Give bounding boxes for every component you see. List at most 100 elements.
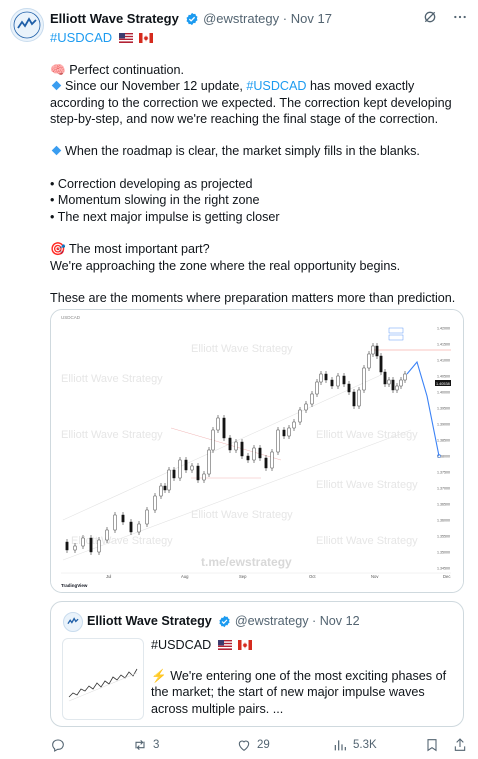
candle-body	[336, 375, 340, 387]
share-button[interactable]	[452, 737, 468, 753]
candle-body	[163, 485, 167, 491]
author-name[interactable]: Elliott Wave Strategy	[50, 11, 179, 26]
tweet-date[interactable]: Nov 17	[291, 11, 332, 26]
quoted-author-avatar[interactable]	[63, 612, 83, 632]
price-tick-label: 1.39000	[437, 422, 450, 426]
price-tick-label: 1.35500	[437, 534, 450, 538]
candle-body	[211, 429, 215, 451]
header-actions	[422, 9, 468, 28]
time-tick-label: Aug	[181, 574, 189, 579]
price-tick-label: 1.39500	[437, 406, 450, 410]
action-bar: 3 29 5.3K	[50, 737, 468, 755]
bookmark-icon	[427, 739, 437, 752]
candle-body	[184, 459, 188, 471]
candle-body	[395, 385, 399, 391]
candle-body	[121, 514, 125, 523]
views-chart-icon	[334, 740, 346, 751]
hashtag-link[interactable]: #USDCAD	[50, 30, 112, 45]
avatar-logo-icon	[12, 10, 42, 40]
candle-body	[145, 509, 149, 525]
views-button[interactable]: 5.3K	[332, 737, 377, 753]
hashtag-link-inline[interactable]: #USDCAD	[246, 79, 306, 93]
tweet-header: Elliott Wave Strategy @ewstrategy · Nov …	[50, 11, 468, 29]
share-icon	[454, 738, 466, 751]
candle-body	[362, 367, 366, 391]
candle-body	[367, 353, 371, 369]
view-count: 5.3K	[353, 739, 377, 751]
candle-body	[399, 379, 403, 387]
current-price-text: 1.40538	[436, 382, 450, 386]
price-tick-label: 1.34500	[437, 566, 450, 570]
candle-body	[282, 429, 286, 437]
quoted-author-name: Elliott Wave Strategy	[87, 614, 212, 628]
candle-body	[347, 383, 351, 393]
bullet-item: • Correction developing as projected	[50, 177, 253, 192]
body-paragraph-5: 🎯 The most important part?	[50, 242, 210, 257]
time-tick-label: Oct	[309, 574, 316, 579]
reply-button[interactable]	[50, 737, 66, 753]
target-emoji: 🎯	[50, 242, 66, 257]
retweet-button[interactable]: 3	[132, 737, 159, 753]
candle-body	[113, 514, 117, 531]
candle-body	[105, 529, 109, 541]
watermark-text: Elliott Wave Strategy	[316, 429, 418, 441]
author-handle[interactable]: @ewstrategy	[203, 11, 279, 26]
watermark-text: Elliott Wave Strategy	[191, 509, 293, 521]
candle-body	[304, 403, 308, 411]
price-tick-label: 1.37500	[437, 470, 450, 474]
body-paragraph-2: Since our November 12 update, #USDCAD ha…	[50, 79, 452, 126]
watermark-text: Elliott Wave Strategy	[316, 535, 418, 547]
candle-body	[172, 469, 176, 479]
body-paragraph-5b: We're approaching the zone where the rea…	[50, 258, 401, 273]
more-options-icon[interactable]	[452, 9, 468, 28]
like-count: 29	[257, 739, 270, 751]
price-tick-label: 1.36500	[437, 502, 450, 506]
price-tick-label: 1.38500	[437, 438, 450, 442]
candle-body	[379, 355, 383, 373]
candle-body	[196, 465, 200, 481]
price-tick-label: 1.38000	[437, 454, 450, 458]
candle-body	[270, 451, 274, 469]
author-avatar[interactable]	[10, 8, 44, 42]
candle-body	[159, 485, 163, 497]
retweet-icon	[135, 739, 145, 751]
candle-body	[252, 447, 256, 461]
grok-icon[interactable]	[422, 9, 438, 28]
header-separator: ·	[282, 11, 288, 26]
candle-body	[81, 537, 85, 547]
candle-body	[292, 421, 296, 429]
chart-image[interactable]: USDCAD Elliott Wave Strategy Elliott Wav…	[50, 309, 464, 593]
avatar-logo-icon	[64, 613, 82, 631]
quoted-header: Elliott Wave Strategy @ewstrategy · Nov …	[87, 614, 360, 631]
candle-body	[357, 389, 361, 407]
price-tick-label: 1.41500	[437, 342, 450, 346]
price-tick-label: 1.40000	[437, 390, 450, 394]
candle-body	[129, 521, 133, 533]
candle-body	[324, 373, 328, 381]
tweet-body: 🧠 Perfect continuation. Since our Novemb…	[50, 62, 468, 306]
bookmark-button[interactable]	[424, 737, 440, 753]
canada-flag-icon	[139, 33, 154, 43]
chart-svg: USDCAD Elliott Wave Strategy Elliott Wav…	[51, 310, 463, 592]
candle-body	[276, 429, 280, 453]
quoted-tweet[interactable]: Elliott Wave Strategy @ewstrategy · Nov …	[50, 601, 464, 727]
watermark-text: Elliott Wave Strategy	[61, 429, 163, 441]
verified-badge-icon	[185, 12, 199, 29]
candle-body	[287, 427, 291, 437]
candle-body	[240, 441, 244, 457]
heart-icon	[238, 740, 250, 751]
hashtag-line: #USDCAD	[50, 30, 154, 45]
watermark-text: Elliott Wave Strategy	[61, 373, 163, 385]
quoted-author-handle: @ewstrategy	[234, 614, 309, 628]
telegram-watermark: t.me/ewstrategy	[201, 555, 292, 569]
candle-body	[190, 465, 194, 471]
us-flag-icon	[217, 640, 232, 650]
quoted-chart-thumbnail	[62, 638, 144, 720]
diamond-bullet-icon	[51, 81, 62, 91]
time-tick-label: Nov	[371, 574, 379, 579]
quoted-hashtag-line: #USDCAD	[151, 638, 253, 652]
verified-badge-icon	[218, 615, 231, 631]
like-button[interactable]: 29	[236, 737, 270, 753]
candle-body	[97, 539, 101, 553]
price-tick-label: 1.42000	[437, 326, 450, 330]
